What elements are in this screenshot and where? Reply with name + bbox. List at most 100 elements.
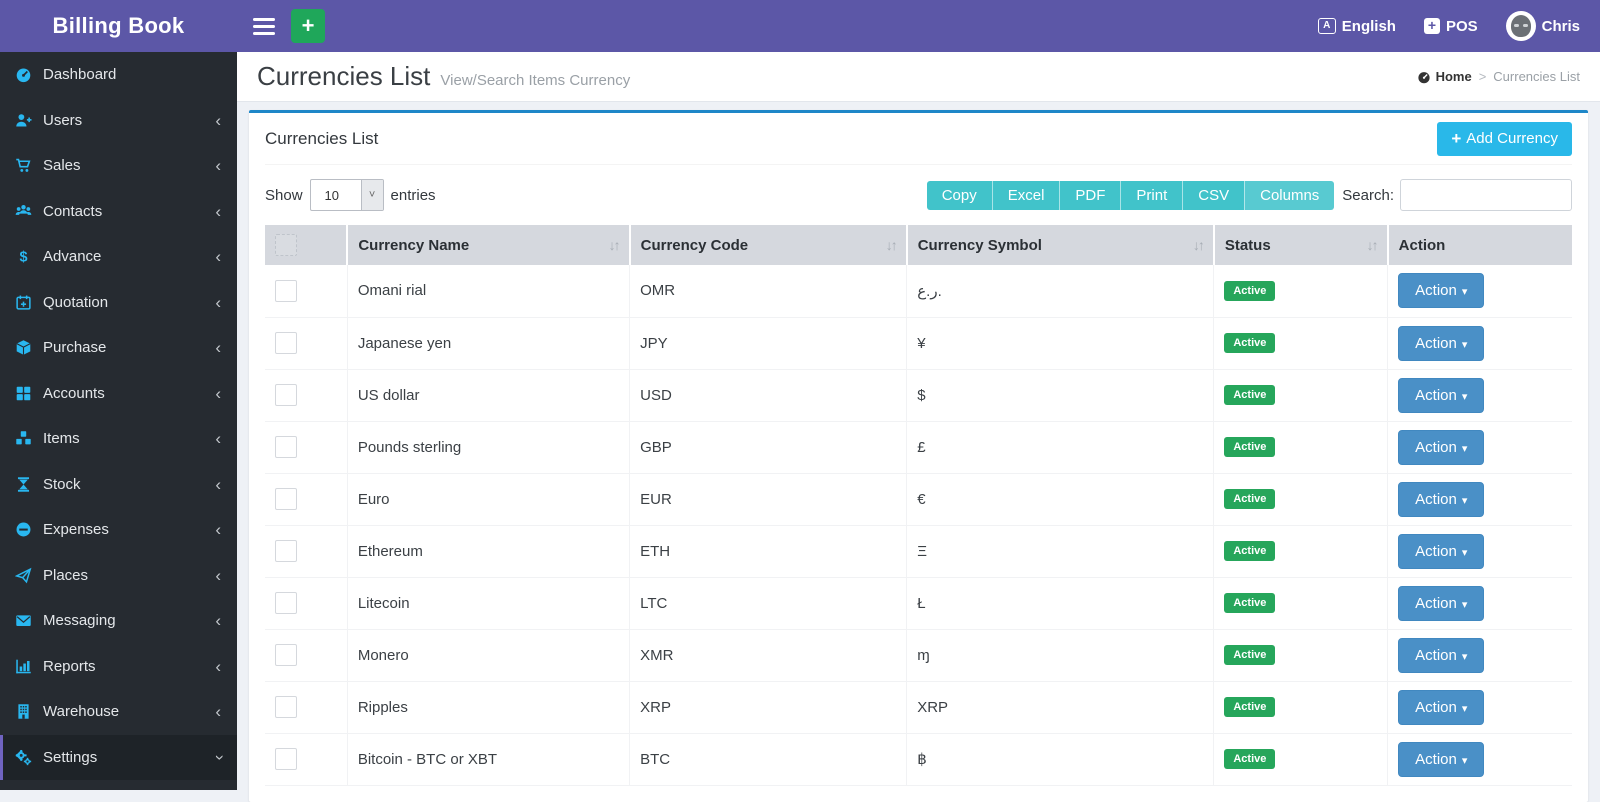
action-dropdown-button[interactable]: Action ▾ <box>1398 429 1485 465</box>
sidebar-item-dashboard[interactable]: Dashboard <box>0 52 237 98</box>
status-badge: Active <box>1224 541 1276 561</box>
entries-label: entries <box>390 186 436 204</box>
row-checkbox[interactable] <box>275 384 297 406</box>
status-badge: Active <box>1224 489 1276 509</box>
sidebar-item-sales[interactable]: Sales ‹ <box>0 143 237 189</box>
column-header-status[interactable]: Status ↓↑ <box>1212 225 1388 265</box>
caret-down-icon: ▾ <box>1461 754 1468 767</box>
row-checkbox[interactable] <box>275 488 297 510</box>
currency-name-cell: Litecoin <box>346 577 630 630</box>
sidebar-toggle-icon[interactable] <box>253 14 275 39</box>
search-label: Search: <box>1342 186 1394 204</box>
row-checkbox[interactable] <box>275 279 297 302</box>
sidebar-item-contacts[interactable]: Contacts ‹ <box>0 189 237 235</box>
export-pdf-button[interactable]: PDF <box>1059 180 1121 210</box>
row-checkbox[interactable] <box>275 748 297 770</box>
caret-down-icon: ▾ <box>1461 494 1468 507</box>
brand-title: Billing Book <box>52 13 185 38</box>
add-currency-button[interactable]: + Add Currency <box>1437 121 1572 156</box>
export-excel-button[interactable]: Excel <box>991 180 1060 210</box>
action-dropdown-button[interactable]: Action ▾ <box>1398 481 1485 517</box>
chevron-left-icon: ‹ <box>215 565 221 585</box>
action-dropdown-button[interactable]: Action ▾ <box>1398 273 1485 309</box>
show-label: Show <box>265 186 303 204</box>
currency-code-cell: USD <box>629 369 907 422</box>
page-title: Currencies List <box>257 61 431 91</box>
card-title: Currencies List <box>265 128 379 148</box>
column-header-currency-name[interactable]: Currency Name ↓↑ <box>346 225 630 265</box>
row-checkbox[interactable] <box>275 696 297 718</box>
export-columns-button[interactable]: Columns <box>1244 180 1335 210</box>
sidebar-item-label: Users <box>43 111 83 129</box>
currency-symbol-cell: ¥ <box>906 317 1214 370</box>
cube-icon <box>15 339 43 356</box>
column-header-action: Action <box>1386 225 1572 265</box>
action-dropdown-button[interactable]: Action ▾ <box>1398 585 1485 621</box>
table-row: Monero XMR ɱ Active Action ▾ <box>265 629 1572 682</box>
breadcrumb-home[interactable]: Home <box>1417 69 1472 84</box>
action-dropdown-button[interactable]: Action ▾ <box>1398 689 1485 725</box>
currency-symbol-cell: € <box>906 473 1214 526</box>
sidebar-item-items[interactable]: Items ‹ <box>0 416 237 462</box>
currency-code-cell: XRP <box>629 681 907 734</box>
sidebar-item-label: Items <box>43 430 80 448</box>
language-label: English <box>1341 17 1396 35</box>
page-size-select[interactable]: 10 ˅ <box>309 179 384 211</box>
export-print-button[interactable]: Print <box>1120 180 1183 210</box>
chevron-left-icon: ‹ <box>215 156 221 176</box>
sidebar-item-label: Quotation <box>43 293 109 311</box>
sidebar-item-settings[interactable]: Settings ‹ <box>0 734 237 780</box>
action-dropdown-button[interactable]: Action ▾ <box>1398 325 1485 361</box>
currency-name-cell: Ethereum <box>346 525 630 578</box>
action-dropdown-button[interactable]: Action ▾ <box>1398 533 1485 569</box>
currency-symbol-cell: Ł <box>906 577 1214 630</box>
sidebar-item-expenses[interactable]: Expenses ‹ <box>0 507 237 553</box>
row-checkbox[interactable] <box>275 436 297 458</box>
action-dropdown-button[interactable]: Action ▾ <box>1398 741 1485 777</box>
sort-icon: ↓↑ <box>1366 237 1379 253</box>
users-icon <box>15 203 43 220</box>
select-all-header <box>265 225 348 265</box>
column-header-currency-code[interactable]: Currency Code ↓↑ <box>628 225 907 265</box>
building-icon <box>15 703 43 720</box>
page-header: Currencies List View/Search Items Curren… <box>237 52 1600 102</box>
status-badge: Active <box>1224 437 1276 457</box>
select-all-checkbox[interactable] <box>275 234 297 256</box>
sidebar-item-purchase[interactable]: Purchase ‹ <box>0 325 237 371</box>
pos-button[interactable]: + POS <box>1423 18 1478 35</box>
action-dropdown-button[interactable]: Action ▾ <box>1398 377 1485 413</box>
row-checkbox[interactable] <box>275 332 297 354</box>
sidebar-item-stock[interactable]: Stock ‹ <box>0 462 237 508</box>
sidebar-item-label: Stock <box>43 475 81 493</box>
row-checkbox[interactable] <box>275 592 297 614</box>
page-subtitle: View/Search Items Currency <box>440 72 631 89</box>
quick-add-button[interactable]: + <box>291 9 325 43</box>
sidebar-item-warehouse[interactable]: Warehouse ‹ <box>0 689 237 735</box>
row-checkbox[interactable] <box>275 644 297 666</box>
export-copy-button[interactable]: Copy <box>926 180 992 210</box>
search-input[interactable] <box>1400 179 1572 211</box>
sidebar-item-messaging[interactable]: Messaging ‹ <box>0 598 237 644</box>
row-checkbox[interactable] <box>275 540 297 562</box>
table-row: Omani rial OMR ر.ع. Active Action ▾ <box>265 265 1572 318</box>
user-menu[interactable]: Chris <box>1505 11 1580 41</box>
sidebar-item-label: Sales <box>43 157 81 175</box>
chevron-left-icon: ‹ <box>215 656 221 676</box>
chevron-left-icon: ‹ <box>215 520 221 540</box>
sidebar-item-advance[interactable]: $ Advance ‹ <box>0 234 237 280</box>
page-size-value: 10 <box>324 187 339 203</box>
sidebar-item-label: Reports <box>43 657 96 675</box>
action-dropdown-button[interactable]: Action ▾ <box>1398 637 1485 673</box>
chevron-left-icon: ‹ <box>215 702 221 722</box>
sidebar-item-users[interactable]: Users ‹ <box>0 98 237 144</box>
export-csv-button[interactable]: CSV <box>1182 180 1245 210</box>
table-row: Ripples XRP XRP Active Action ▾ <box>265 681 1572 734</box>
sidebar-item-reports[interactable]: Reports ‹ <box>0 644 237 690</box>
chevron-left-icon: ‹ <box>215 338 221 358</box>
column-header-currency-symbol[interactable]: Currency Symbol ↓↑ <box>905 225 1214 265</box>
language-menu[interactable]: A English <box>1317 17 1396 35</box>
sidebar-item-accounts[interactable]: Accounts ‹ <box>0 371 237 417</box>
export-button-group: Copy Excel PDF Print CSV Columns <box>926 180 1335 210</box>
sidebar-item-places[interactable]: Places ‹ <box>0 553 237 599</box>
sidebar-item-quotation[interactable]: Quotation ‹ <box>0 280 237 326</box>
